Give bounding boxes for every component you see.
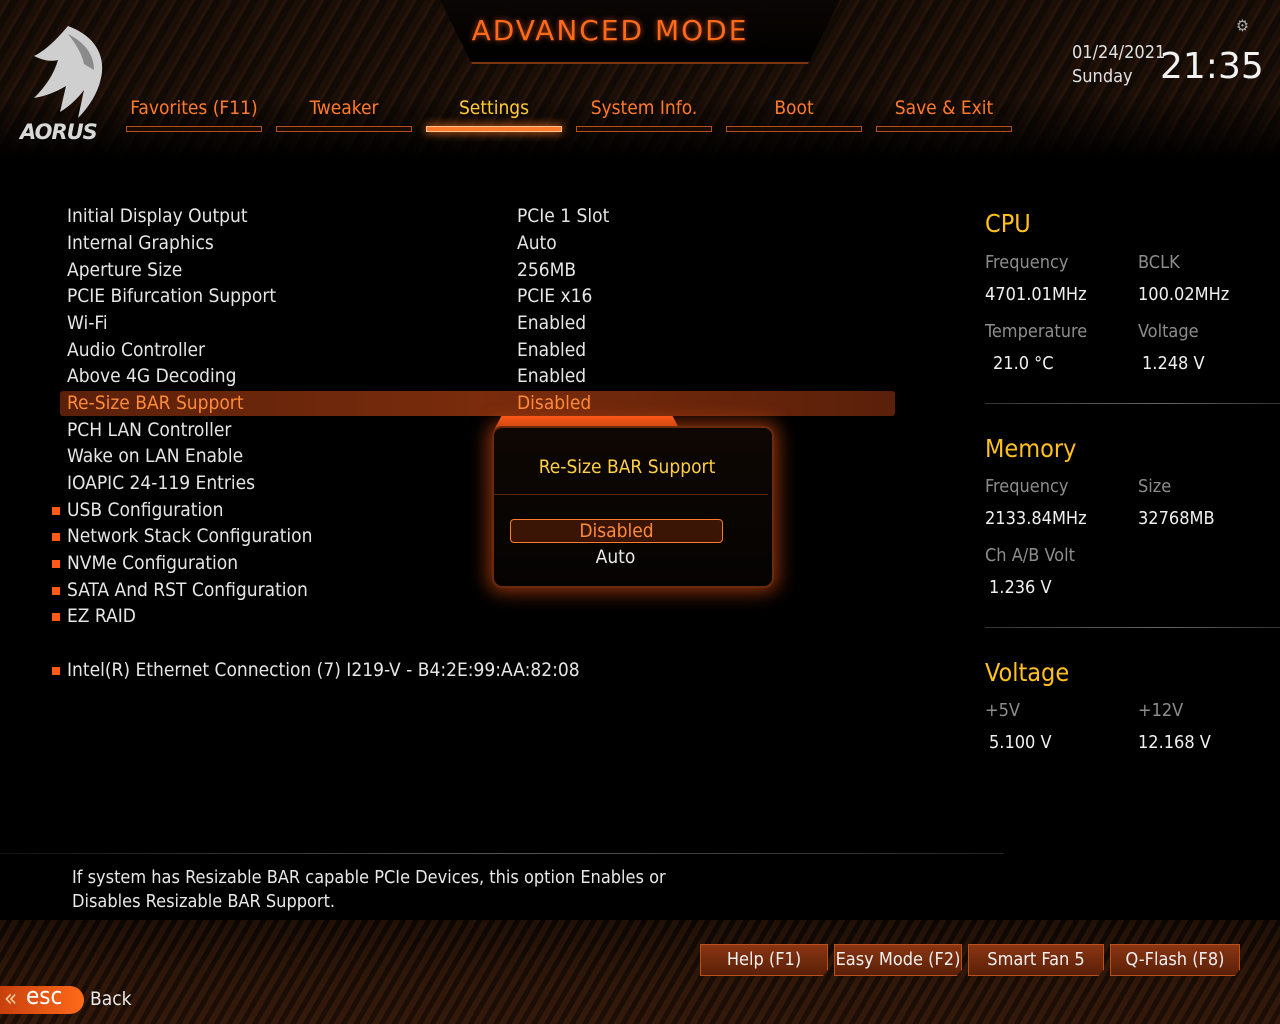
submenu-name: Intel(R) Ethernet Connection (7) I219-V …	[67, 659, 580, 681]
voltage-heading: Voltage	[985, 658, 1070, 687]
submenu-bullet-icon	[52, 533, 60, 541]
setting-name: Wi-Fi	[67, 312, 108, 334]
popup-option-auto[interactable]: Auto	[510, 546, 721, 568]
side-divider	[985, 403, 1280, 404]
cpu-temperature-value: 21.0 °C	[993, 353, 1054, 374]
setting-audio-controller[interactable]: Audio Controller Enabled	[60, 338, 895, 363]
setting-value: PCIE x16	[517, 285, 593, 307]
setting-name: Aperture Size	[67, 259, 183, 281]
memory-heading: Memory	[985, 434, 1077, 463]
setting-value: Enabled	[517, 312, 587, 334]
qflash-button[interactable]: Q-Flash (F8)	[1110, 944, 1240, 976]
setting-name: PCH LAN Controller	[67, 419, 232, 441]
memory-frequency-value: 2133.84MHz	[985, 508, 1087, 529]
clock-time: 21:35	[1160, 46, 1264, 87]
popup-title: Re-Size BAR Support	[538, 456, 716, 478]
submenu-name: NVMe Configuration	[67, 552, 239, 574]
page-title: ADVANCED MODE	[471, 14, 749, 47]
submenu-name: USB Configuration	[67, 499, 224, 521]
back-label: Back	[90, 988, 132, 1010]
setting-value: 256MB	[517, 259, 577, 281]
tab-label: Favorites (F11)	[130, 97, 258, 119]
voltage-12v-value: 12.168 V	[1138, 732, 1211, 753]
memory-size-value: 32768MB	[1138, 508, 1215, 529]
submenu-name: Network Stack Configuration	[67, 525, 313, 547]
help-description: If system has Resizable BAR capable PCIe…	[72, 867, 666, 912]
setting-name: Re-Size BAR Support	[67, 392, 244, 414]
tab-settings[interactable]: Settings	[426, 94, 562, 132]
tab-label: Settings	[458, 97, 530, 119]
tab-save-exit[interactable]: Save & Exit	[876, 94, 1012, 132]
tab-boot[interactable]: Boot	[726, 94, 862, 132]
cpu-bclk-label: BCLK	[1138, 252, 1180, 273]
tab-favorites[interactable]: Favorites (F11)	[126, 94, 262, 132]
voltage-12v-label: +12V	[1138, 700, 1184, 721]
submenu-ez-raid[interactable]: EZ RAID	[52, 604, 895, 629]
setting-internal-graphics[interactable]: Internal Graphics Auto	[60, 231, 895, 256]
submenu-intel-ethernet[interactable]: Intel(R) Ethernet Connection (7) I219-V …	[52, 658, 895, 683]
side-divider	[985, 627, 1280, 628]
popup-divider	[494, 494, 768, 495]
setting-name: Audio Controller	[67, 339, 206, 361]
tab-label: Boot	[774, 97, 814, 119]
help-button[interactable]: Help (F1)	[700, 944, 828, 976]
popup-option-disabled[interactable]: Disabled	[510, 519, 723, 543]
cpu-voltage-label: Voltage	[1138, 321, 1199, 342]
setting-value: Enabled	[517, 365, 587, 387]
double-chevron-left-icon: «	[4, 984, 18, 1012]
cpu-heading: CPU	[985, 209, 1031, 238]
voltage-5v-value: 5.100 V	[989, 732, 1052, 753]
setting-value: Enabled	[517, 339, 587, 361]
tab-label: Tweaker	[309, 97, 379, 119]
aorus-brand-text: AORUS	[20, 120, 98, 144]
tab-tweaker[interactable]: Tweaker	[276, 94, 412, 132]
submenu-bullet-icon	[52, 560, 60, 568]
memory-chab-volt-label: Ch A/B Volt	[985, 545, 1075, 566]
setting-aperture-size[interactable]: Aperture Size 256MB	[60, 258, 895, 283]
setting-name: IOAPIC 24-119 Entries	[67, 472, 256, 494]
cpu-bclk-value: 100.02MHz	[1138, 284, 1230, 305]
settings-gear-icon[interactable]: ⚙	[1236, 16, 1249, 35]
smart-fan-button[interactable]: Smart Fan 5 (F6)	[968, 944, 1104, 976]
tab-label: Save & Exit	[894, 97, 994, 119]
easy-mode-button[interactable]: Easy Mode (F2)	[834, 944, 962, 976]
setting-pcie-bifurcation[interactable]: PCIE Bifurcation Support PCIE x16	[60, 284, 895, 309]
memory-chab-volt-value: 1.236 V	[989, 577, 1052, 598]
submenu-name: EZ RAID	[67, 605, 136, 627]
weekday: Sunday	[1072, 66, 1133, 87]
setting-wifi[interactable]: Wi-Fi Enabled	[60, 311, 895, 336]
setting-above-4g-decoding[interactable]: Above 4G Decoding Enabled	[60, 364, 895, 389]
voltage-5v-label: +5V	[985, 700, 1020, 721]
setting-name: Internal Graphics	[67, 232, 214, 254]
tab-system-info[interactable]: System Info.	[576, 94, 712, 132]
description-divider	[0, 853, 1004, 854]
memory-size-label: Size	[1138, 476, 1172, 497]
setting-resize-bar-support[interactable]: Re-Size BAR Support Disabled	[60, 391, 895, 416]
setting-name: Initial Display Output	[67, 205, 248, 227]
submenu-bullet-icon	[52, 507, 60, 515]
setting-name: PCIE Bifurcation Support	[67, 285, 277, 307]
submenu-bullet-icon	[52, 667, 60, 675]
esc-key-label: esc	[26, 982, 63, 1010]
cpu-temperature-label: Temperature	[985, 321, 1088, 342]
tab-label: System Info.	[590, 97, 698, 119]
memory-frequency-label: Frequency	[985, 476, 1069, 497]
cpu-voltage-value: 1.248 V	[1142, 353, 1205, 374]
cpu-frequency-value: 4701.01MHz	[985, 284, 1087, 305]
setting-value: Auto	[517, 232, 557, 254]
submenu-bullet-icon	[52, 587, 60, 595]
setting-name: Above 4G Decoding	[67, 365, 237, 387]
setting-value: Disabled	[517, 392, 592, 414]
cpu-frequency-label: Frequency	[985, 252, 1069, 273]
date: 01/24/2021	[1072, 42, 1166, 63]
setting-value: PCIe 1 Slot	[517, 205, 610, 227]
submenu-name: SATA And RST Configuration	[67, 579, 308, 601]
submenu-bullet-icon	[52, 613, 60, 621]
setting-initial-display-output[interactable]: Initial Display Output PCIe 1 Slot	[60, 204, 895, 229]
setting-name: Wake on LAN Enable	[67, 445, 244, 467]
